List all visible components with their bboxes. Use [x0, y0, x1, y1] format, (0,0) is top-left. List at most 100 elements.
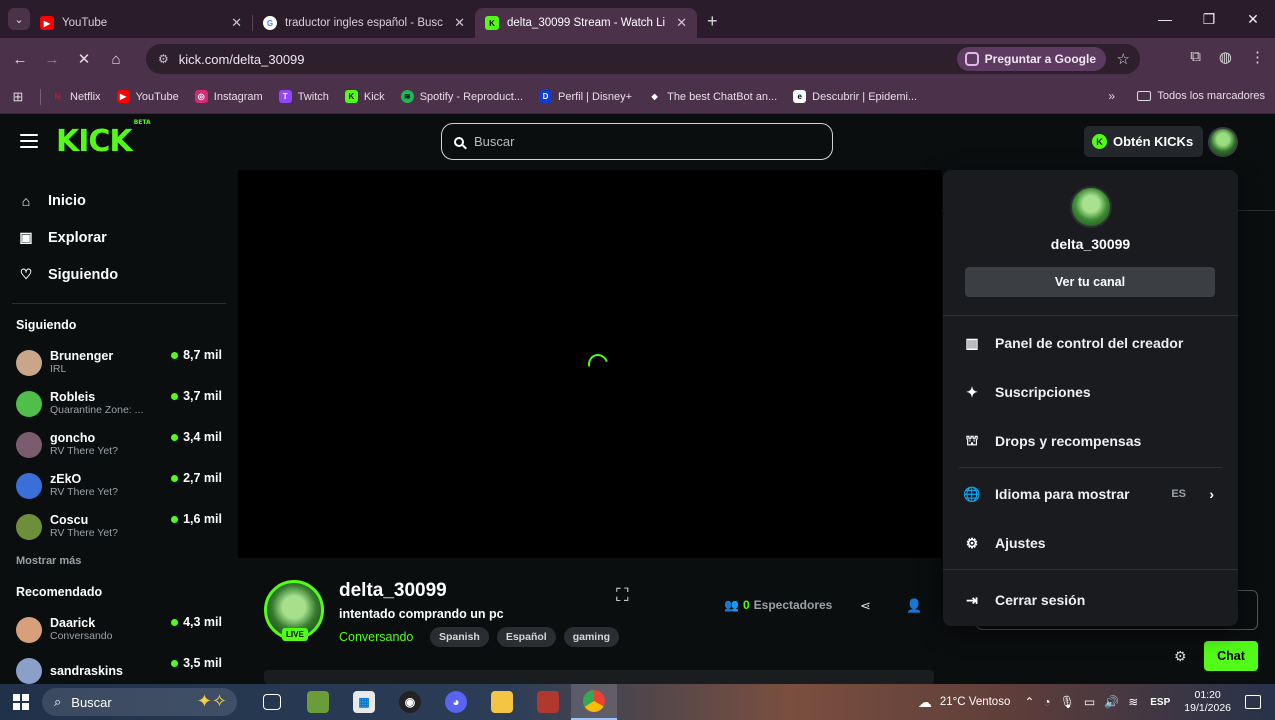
- volume-icon[interactable]: 🔊: [1104, 695, 1119, 709]
- menu-item-drops[interactable]: ⛫ Drops y recompensas: [943, 421, 1238, 461]
- tab-kick-stream[interactable]: K delta_30099 Stream - Watch Li ✕: [475, 8, 697, 38]
- menu-item-language[interactable]: 🌐 Idioma para mostrar ES ›: [943, 474, 1238, 514]
- recommended-channel[interactable]: Daarick Conversando 4,3 mil: [0, 609, 238, 650]
- followed-channel[interactable]: Brunenger IRL 8,7 mil: [0, 342, 238, 383]
- menu-item-settings[interactable]: ⚙ Ajustes: [943, 523, 1238, 563]
- apps-grid-icon[interactable]: ⊞: [0, 89, 36, 105]
- bookmark-twitch[interactable]: T Twitch: [278, 90, 329, 103]
- bookmark-instagram[interactable]: ◎ Instagram: [194, 90, 263, 103]
- channel-name: goncho: [50, 431, 96, 445]
- get-kicks-button[interactable]: K Obtén KICKs: [1084, 126, 1204, 157]
- sidebar-item-browse[interactable]: ▣ Explorar: [0, 219, 238, 256]
- mic-icon[interactable]: 🎙: [1060, 695, 1075, 709]
- more-bookmarks-icon[interactable]: »: [1108, 89, 1115, 103]
- site-info-icon[interactable]: ⚙: [158, 52, 169, 66]
- ask-google-button[interactable]: Preguntar a Google: [956, 47, 1106, 71]
- followed-channel[interactable]: Coscu RV There Yet? 1,6 mil: [0, 506, 238, 547]
- bookmark-epidemic[interactable]: e Descubrir | Epidemi...: [793, 90, 917, 103]
- channel-name: Coscu: [50, 513, 89, 527]
- tag-chip[interactable]: Spanish: [430, 627, 489, 647]
- back-icon[interactable]: ←: [4, 51, 36, 68]
- live-dot-icon: [171, 392, 179, 400]
- taskbar-search[interactable]: ⌕ Buscar ✦✧: [42, 688, 237, 716]
- bookmark-star-icon[interactable]: ☆: [1117, 50, 1130, 68]
- battery-icon[interactable]: ▭: [1084, 695, 1095, 709]
- bookmark-youtube[interactable]: ▶ YouTube: [116, 90, 179, 103]
- netflix-icon: N: [54, 92, 61, 101]
- extensions-icon[interactable]: ⧉: [1190, 48, 1201, 66]
- search-input[interactable]: [474, 134, 794, 149]
- bookmark-spotify[interactable]: ≋ Spotify - Reproduct...: [400, 90, 523, 103]
- menu-item-subscriptions[interactable]: ✦ Suscripciones: [943, 372, 1238, 412]
- followed-channel[interactable]: zEkO RV There Yet? 2,7 mil: [0, 465, 238, 506]
- minimize-icon[interactable]: —: [1143, 11, 1187, 27]
- wifi-icon[interactable]: ≋: [1128, 695, 1138, 709]
- sidebar-item-following[interactable]: ♡ Siguiendo: [0, 256, 238, 293]
- close-tab-icon[interactable]: ✕: [676, 15, 687, 31]
- obs-app[interactable]: ◉: [387, 684, 433, 720]
- tab-youtube[interactable]: ▶ YouTube ✕: [30, 8, 252, 38]
- recommended-channel[interactable]: sandraskins 3,5 mil: [0, 650, 238, 684]
- bookmark-disney[interactable]: D Perfil | Disney+: [539, 90, 632, 103]
- chat-send-button[interactable]: Chat: [1204, 641, 1258, 671]
- game-app[interactable]: [525, 684, 571, 720]
- live-dot-icon: [171, 659, 179, 667]
- bookmark-kick[interactable]: K Kick: [344, 90, 385, 103]
- hamburger-menu-icon[interactable]: [20, 134, 38, 148]
- menu-item-logout[interactable]: ⇥ Cerrar sesión: [943, 580, 1238, 620]
- bookmark-netflix[interactable]: N Netflix: [51, 90, 101, 103]
- user-menu-dropdown: delta_30099 Ver tu canal ▥ Panel de cont…: [943, 170, 1238, 626]
- avatar: [16, 472, 42, 499]
- minecraft-app[interactable]: [295, 684, 341, 720]
- tab-search-button[interactable]: ⌄: [8, 8, 30, 30]
- ask-google-label: Preguntar a Google: [984, 52, 1096, 66]
- search-box[interactable]: [441, 123, 833, 160]
- tag-chip[interactable]: gaming: [563, 627, 620, 647]
- home-icon[interactable]: ⌂: [100, 51, 132, 68]
- menu-avatar: [1070, 186, 1112, 228]
- user-avatar-button[interactable]: [1208, 127, 1238, 157]
- show-more-link[interactable]: Mostrar más: [0, 555, 238, 567]
- new-tab-button[interactable]: +: [707, 11, 718, 32]
- restore-icon[interactable]: ❐: [1187, 11, 1231, 28]
- clock[interactable]: 01:20 19/1/2026: [1184, 689, 1231, 715]
- kick-logo[interactable]: KICKBETA: [56, 119, 151, 159]
- more-menu-icon[interactable]: ⋮: [1250, 48, 1265, 66]
- followed-channel[interactable]: Robleis Quarantine Zone: ... 3,7 mil: [0, 383, 238, 424]
- start-button[interactable]: [0, 694, 42, 710]
- stream-tags: Spanish Español gaming: [430, 627, 620, 647]
- follow-user-icon[interactable]: 👤: [906, 598, 922, 614]
- address-bar[interactable]: ⚙ kick.com/delta_30099 Preguntar a Googl…: [146, 44, 1140, 74]
- profile-icon[interactable]: ◍: [1219, 48, 1232, 66]
- close-tab-icon[interactable]: ✕: [231, 15, 242, 31]
- discord-app[interactable]: ◕: [433, 684, 479, 720]
- tag-chip[interactable]: Español: [496, 627, 556, 647]
- view-channel-button[interactable]: Ver tu canal: [965, 267, 1215, 297]
- streamer-name[interactable]: delta_30099: [339, 580, 447, 602]
- all-bookmarks-button[interactable]: Todos los marcadores: [1137, 90, 1265, 102]
- file-explorer-app[interactable]: [479, 684, 525, 720]
- close-window-icon[interactable]: ✕: [1231, 11, 1275, 28]
- share-icon[interactable]: ⋖: [860, 598, 871, 614]
- chevron-up-icon[interactable]: ⌃: [1024, 695, 1034, 709]
- task-view-button[interactable]: [249, 684, 295, 720]
- notification-icon[interactable]: [1245, 695, 1261, 709]
- close-tab-icon[interactable]: ✕: [454, 15, 465, 31]
- store-app[interactable]: ▦: [341, 684, 387, 720]
- tab-google-translate[interactable]: G traductor ingles español - Busc ✕: [253, 8, 475, 38]
- stop-loading-icon[interactable]: ✕: [68, 50, 100, 68]
- chat-settings-icon[interactable]: ⚙: [1174, 648, 1187, 665]
- viewer-count: 2,7 mil: [171, 471, 222, 485]
- chrome-app[interactable]: [571, 684, 617, 720]
- heart-icon: ♡: [19, 266, 33, 282]
- menu-item-creator-dashboard[interactable]: ▥ Panel de control del creador: [943, 323, 1238, 363]
- followed-channel[interactable]: goncho RV There Yet? 3,4 mil: [0, 424, 238, 465]
- stream-category-link[interactable]: Conversando: [339, 630, 413, 644]
- input-language[interactable]: ESP: [1150, 697, 1170, 708]
- video-player[interactable]: [238, 170, 942, 558]
- weather-widget[interactable]: ☁ 21°C Ventoso: [918, 694, 1010, 711]
- forward-icon[interactable]: →: [36, 51, 68, 68]
- network-icon[interactable]: ◔: [1043, 695, 1050, 709]
- bookmark-chatbot[interactable]: ◆ The best ChatBot an...: [648, 90, 778, 103]
- sidebar-item-home[interactable]: ⌂ Inicio: [0, 182, 238, 219]
